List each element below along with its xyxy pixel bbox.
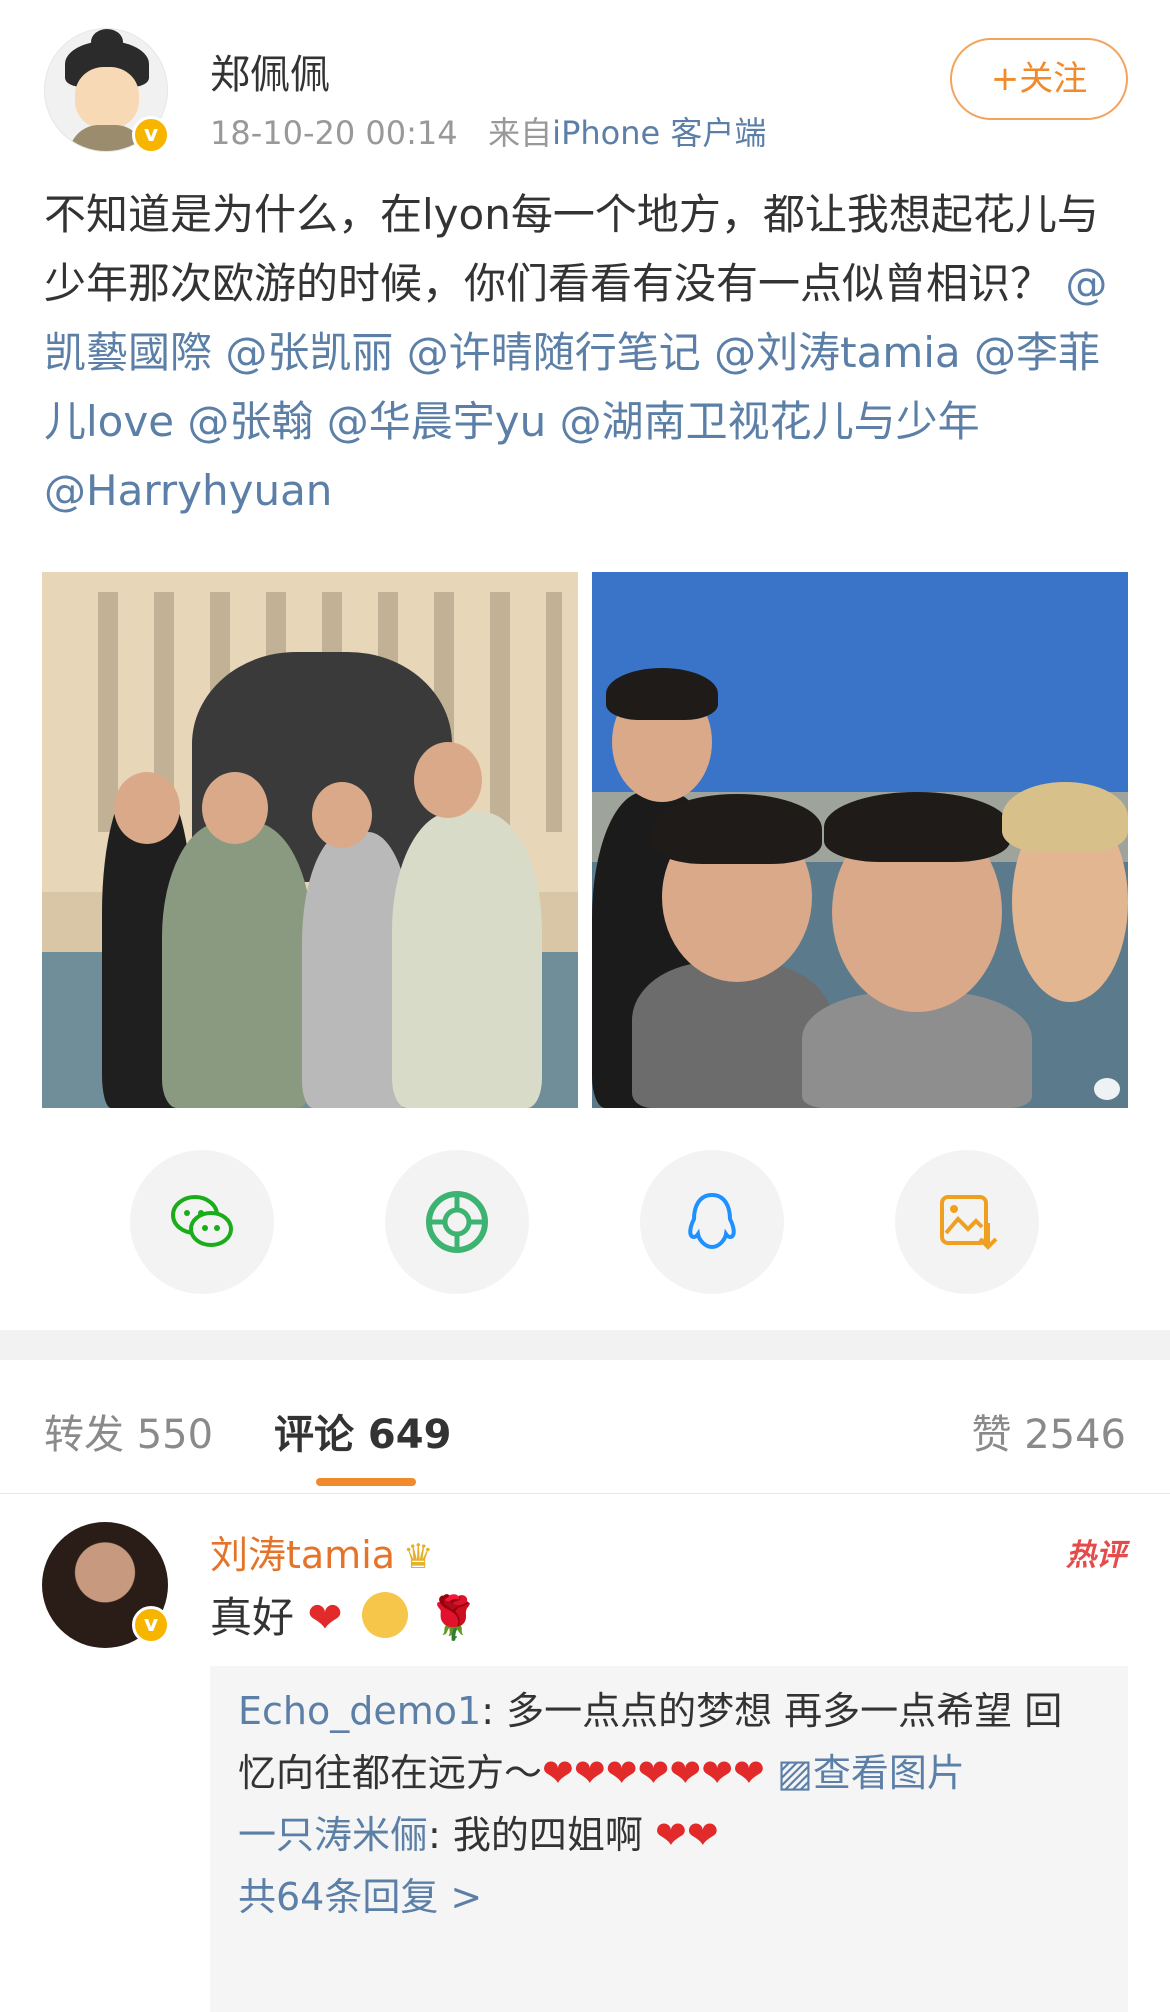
post-from-prefix: 来自 (488, 114, 553, 152)
reply-preview-box[interactable]: Echo_demo1: 多一点点的梦想 再多一点希望 回忆向往都在远方～❤❤❤❤… (210, 1666, 1128, 2012)
mention-link[interactable]: @许晴随行笔记 (407, 328, 701, 377)
hearts-emoji: ❤❤ (655, 1813, 719, 1857)
post-photo-selfie[interactable] (592, 572, 1128, 1108)
stats-tabs: 转发 550 评论 649 赞 2546 (0, 1360, 1170, 1494)
moments-icon (426, 1191, 488, 1253)
mention-link[interactable]: @Harryhyuan (44, 466, 332, 515)
weibo-watermark-icon (1094, 1078, 1120, 1100)
rose-icon: 🌹 (427, 1593, 480, 1642)
hot-comment-badge: 热评 (1066, 1538, 1126, 1573)
share-moments-button[interactable] (385, 1150, 529, 1294)
reply-item: 一只涛米俪: 我的四姐啊 ❤❤ (238, 1813, 719, 1857)
post-body: 不知道是为什么，在lyon每一个地方，都让我想起花儿与少年那次欧游的时候，你们看… (44, 180, 1134, 525)
avatar-bun (91, 29, 123, 55)
post-photo-fountain[interactable] (42, 572, 578, 1108)
verified-badge-icon: v (132, 1606, 170, 1644)
follow-button[interactable]: +关注 (950, 38, 1128, 120)
view-all-replies-link[interactable]: 共64条回复 > (238, 1866, 1100, 1928)
comment-text: 真好 ❤ 🌹 (210, 1592, 480, 1642)
author-name[interactable]: 郑佩佩 (210, 42, 330, 100)
tab-likes[interactable]: 赞 2546 (971, 1402, 1126, 1460)
heart-icon: ❤ (307, 1593, 343, 1642)
reply-user[interactable]: Echo_demo1 (238, 1689, 481, 1733)
reply-user[interactable]: 一只涛米俪 (238, 1813, 428, 1857)
mention-link[interactable]: @刘涛tamia (714, 328, 961, 377)
wechat-icon (171, 1195, 233, 1247)
mention-link[interactable]: @华晨宇yu (327, 397, 546, 446)
save-image-button[interactable] (895, 1150, 1039, 1294)
active-tab-indicator (316, 1478, 416, 1486)
share-wechat-button[interactable] (130, 1150, 274, 1294)
post-time: 18-10-20 00:14 (210, 114, 458, 152)
view-image-link[interactable]: 查看图片 (813, 1751, 965, 1795)
hot-comment: v 刘涛tamia ♛ 热评 真好 ❤ 🌹 Echo_demo1: 多一点点的梦想… (0, 1494, 1170, 2012)
qq-icon (688, 1192, 736, 1250)
hearts-emoji: ❤❤❤❤❤❤❤ (542, 1751, 765, 1795)
share-row (0, 1150, 1170, 1294)
post-meta: 18-10-20 00:14 来自iPhone 客户端 (210, 108, 766, 154)
section-divider (0, 1330, 1170, 1360)
tab-comments[interactable]: 评论 649 (274, 1402, 451, 1460)
share-qq-button[interactable] (640, 1150, 784, 1294)
reply-item: Echo_demo1: 多一点点的梦想 再多一点希望 回忆向往都在远方～❤❤❤❤… (238, 1689, 1063, 1795)
hug-emoji-icon (361, 1592, 408, 1638)
post-text: 不知道是为什么，在lyon每一个地方，都让我想起花儿与少年那次欧游的时候，你们看… (44, 190, 1099, 308)
mention-link[interactable]: @湖南卫视花儿与少年 (560, 397, 980, 446)
avatar-face (75, 67, 139, 129)
mention-link[interactable]: @张翰 (187, 397, 313, 446)
commenter-name[interactable]: 刘涛tamia ♛ (210, 1524, 434, 1579)
tab-repost[interactable]: 转发 550 (44, 1402, 213, 1460)
verified-badge-icon: v (132, 116, 170, 154)
post-source[interactable]: iPhone 客户端 (552, 114, 766, 152)
crown-icon: ♛ (403, 1537, 434, 1577)
post-header: v 郑佩佩 18-10-20 00:14 来自iPhone 客户端 +关注 (0, 0, 1170, 170)
image-link-icon[interactable]: ▨ (777, 1751, 813, 1795)
mention-link[interactable]: @张凯丽 (225, 328, 393, 377)
save-image-icon (940, 1195, 998, 1250)
